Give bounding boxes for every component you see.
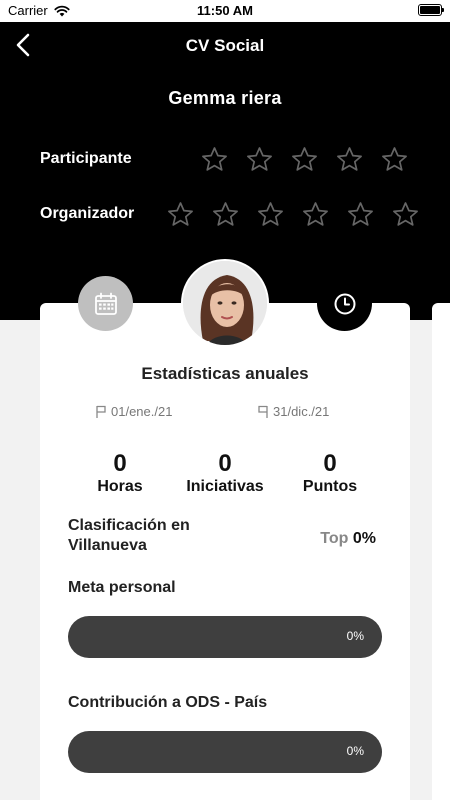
star-icon	[213, 201, 238, 226]
end-date-text: 31/dic./21	[273, 404, 330, 419]
rating-label: Participante	[40, 150, 132, 167]
rating-organizador: Organizador	[40, 199, 420, 229]
star-icon	[382, 146, 407, 171]
star-icon	[168, 201, 193, 226]
battery-icon	[418, 4, 444, 16]
calendar-icon	[94, 292, 117, 315]
clock-icon	[334, 293, 355, 314]
stat-value: 0	[218, 450, 232, 477]
page-title: CV Social	[185, 36, 265, 55]
star-icon	[247, 146, 272, 171]
stat-label: Iniciativas	[186, 478, 264, 495]
user-name: Gemma riera	[168, 88, 282, 108]
flag-end-icon	[258, 405, 268, 418]
status-bar: Carrier 11:50 AM	[0, 0, 450, 22]
stat-label: Puntos	[302, 478, 358, 495]
profile-photo	[183, 261, 267, 345]
rating-participante: Participante	[40, 144, 420, 174]
stat-value: 0	[113, 450, 127, 477]
star-icon	[292, 146, 317, 171]
ods-label: Contribución a ODS - País	[68, 694, 268, 711]
star-icon	[393, 201, 418, 226]
stat-hours: 0 Horas	[65, 450, 175, 496]
avatar	[181, 259, 269, 347]
star-icon	[202, 146, 227, 171]
ranking-label: Clasificación en Villanueva	[68, 517, 190, 554]
stat-value: 0	[323, 450, 337, 477]
star-rating	[200, 145, 409, 174]
ranking-percent: 0%	[352, 530, 376, 547]
rating-label: Organizador	[40, 205, 135, 222]
star-icon	[337, 146, 362, 171]
ods-progress: 0%	[68, 731, 382, 773]
start-date: 01/ene./21	[95, 404, 172, 419]
star-icon	[303, 201, 328, 226]
ranking-value: Top 0%	[296, 530, 376, 548]
ranking-prefix: Top	[320, 530, 349, 547]
personal-goal-progress: 0%	[68, 616, 382, 658]
flag-start-icon	[96, 405, 106, 418]
status-time: 11:50 AM	[197, 3, 253, 18]
start-date-text: 01/ene./21	[111, 404, 173, 419]
calendar-button[interactable]	[78, 276, 133, 331]
stat-initiatives: 0 Iniciativas	[170, 450, 280, 496]
star-icon	[258, 201, 283, 226]
stat-points: 0 Puntos	[275, 450, 385, 496]
card-title: Estadísticas anuales	[141, 364, 309, 383]
progress-percent: 0%	[346, 629, 364, 643]
history-button[interactable]	[317, 276, 372, 331]
star-rating	[166, 200, 420, 229]
end-date: 31/dic./21	[257, 404, 329, 419]
stat-label: Horas	[97, 478, 143, 495]
personal-goal-label: Meta personal	[68, 579, 176, 596]
star-icon	[348, 201, 373, 226]
progress-percent: 0%	[346, 744, 364, 758]
